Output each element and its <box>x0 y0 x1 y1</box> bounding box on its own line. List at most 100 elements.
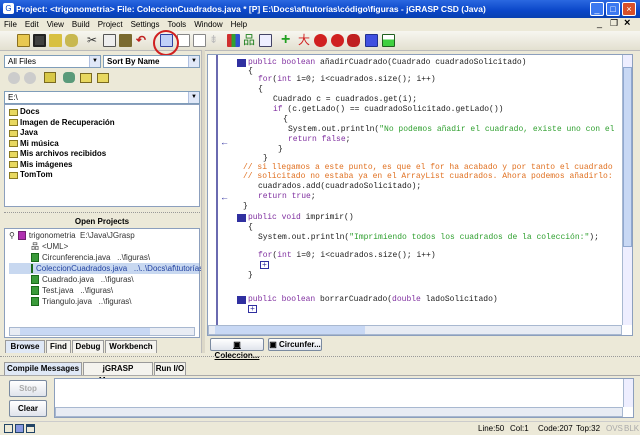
vertical-splitter[interactable] <box>201 50 205 353</box>
back-icon[interactable] <box>8 72 20 84</box>
sort-select[interactable]: Sort By Name ▼ <box>103 55 200 68</box>
compile-icon[interactable]: + <box>281 32 294 48</box>
inner-close-button[interactable]: × <box>624 17 630 29</box>
new-file-icon[interactable] <box>193 34 206 47</box>
chevron-down-icon: ▼ <box>89 56 100 67</box>
file-filter-select[interactable]: All Files ▼ <box>4 55 101 68</box>
expand-icon[interactable]: ⚲ <box>9 230 15 241</box>
file-path: ..\figuras\ <box>117 253 151 262</box>
run-icon[interactable]: 大 <box>298 34 311 47</box>
new-folder-dropdown-icon[interactable] <box>97 73 109 83</box>
message-area[interactable] <box>54 378 634 418</box>
clear-button[interactable]: Clear <box>9 400 47 417</box>
horizontal-scrollbar[interactable] <box>208 325 622 335</box>
up-folder-icon[interactable] <box>44 72 56 83</box>
debug-icon[interactable] <box>314 34 327 47</box>
open-file-icon[interactable] <box>65 34 78 47</box>
vertical-scrollbar[interactable] <box>623 379 633 407</box>
minimize-button[interactable]: _ <box>590 2 604 16</box>
menu-build[interactable]: Build <box>68 18 94 31</box>
layout-icon[interactable] <box>26 424 35 433</box>
tree-item-file[interactable]: Triangulo.java ..\figuras\ <box>9 296 199 307</box>
tab-compile-messages[interactable]: Compile Messages <box>4 362 82 375</box>
folder-icon <box>9 150 18 158</box>
chart-icon[interactable] <box>227 34 240 47</box>
layout-icon[interactable] <box>4 424 13 433</box>
step-icon[interactable] <box>331 34 344 47</box>
tree-item-project[interactable]: ⚲ trigonometria E:\Java\JGrasp <box>9 230 199 241</box>
list-item[interactable]: Java <box>5 128 199 139</box>
paste-icon[interactable] <box>119 34 132 47</box>
tree-item-uml[interactable]: 品 <UML> <box>9 241 199 252</box>
tab-jgrasp-messages[interactable]: jGRASP Messages <box>83 362 153 385</box>
pin-icon[interactable]: ⇟ <box>209 34 222 47</box>
step-into-icon[interactable] <box>347 34 360 47</box>
window-tab-circunferencia[interactable]: ▣ Circunfer... <box>268 338 322 351</box>
blue-square-icon[interactable] <box>365 34 378 47</box>
horizontal-scrollbar[interactable] <box>9 327 195 336</box>
drive-select[interactable]: E:\ ▼ <box>4 91 200 104</box>
inner-restore-button[interactable]: ❐ <box>610 18 618 29</box>
bottom-splitter[interactable] <box>0 356 640 359</box>
window-tab-coleccion[interactable]: ▣ Coleccion... <box>210 338 264 360</box>
remove-csd-icon[interactable] <box>177 34 190 47</box>
list-item[interactable]: Mis imágenes <box>5 160 199 171</box>
list-item[interactable]: TomTom <box>5 170 199 181</box>
vertical-scrollbar[interactable] <box>622 55 632 325</box>
maximize-button[interactable]: □ <box>606 2 620 16</box>
menu-edit[interactable]: Edit <box>21 18 43 31</box>
green-window-icon[interactable] <box>382 34 395 47</box>
cut-icon[interactable]: ✂ <box>87 34 100 47</box>
code-editor[interactable]: public boolean añadirCuadrado(Cuadrado c… <box>207 54 633 336</box>
browse-folder-icon[interactable] <box>49 34 62 47</box>
tree-item-file[interactable]: Cuadrado.java ..\figuras\ <box>9 274 199 285</box>
menu-help[interactable]: Help <box>227 18 251 31</box>
tab-workbench[interactable]: Workbench <box>105 340 157 353</box>
tab-find[interactable]: Find <box>46 340 71 353</box>
list-item[interactable]: Docs <box>5 107 199 118</box>
expand-fold-icon[interactable]: + <box>260 261 269 269</box>
layout-icon[interactable] <box>15 424 24 433</box>
method-fold-icon[interactable] <box>237 296 246 304</box>
tree-item-file-selected[interactable]: ColeccionCuadrados.java ..\..\Docs\af\tu… <box>9 263 203 274</box>
list-item[interactable]: Imagen de Recuperación <box>5 118 199 129</box>
expand-fold-icon[interactable]: + <box>248 305 257 313</box>
method-fold-icon[interactable] <box>237 59 246 67</box>
scroll-thumb[interactable] <box>623 67 632 247</box>
folder-icon[interactable] <box>80 73 92 83</box>
stop-button[interactable]: Stop <box>9 380 47 397</box>
tree-item-file[interactable]: Circunferencia.java ..\figuras\ <box>9 252 199 263</box>
code-line: public void imprimir() <box>248 213 354 222</box>
menu-view[interactable]: View <box>43 18 68 31</box>
scroll-thumb[interactable] <box>20 328 150 335</box>
folder-name: Mis archivos recibidos <box>20 149 107 158</box>
list-item[interactable]: Mi música <box>5 139 199 150</box>
scroll-thumb[interactable] <box>215 326 365 334</box>
horizontal-scrollbar[interactable] <box>55 407 623 417</box>
list-item[interactable]: Mis archivos recibidos <box>5 149 199 160</box>
tab-run-io[interactable]: Run I/O <box>154 362 186 375</box>
tab-debug[interactable]: Debug <box>72 340 104 353</box>
folder-name: Java <box>20 128 38 137</box>
menu-settings[interactable]: Settings <box>127 18 164 31</box>
copy-icon[interactable] <box>103 34 116 47</box>
book-icon[interactable] <box>259 34 272 47</box>
title-bar: Project: <trigonometria> File: Coleccion… <box>0 0 640 18</box>
inner-minimize-button[interactable]: _ <box>597 18 602 28</box>
status-bar: Line:50 Col:1 Code:207 Top:32 OVS BLK <box>0 421 640 435</box>
menu-window[interactable]: Window <box>190 18 226 31</box>
menu-tools[interactable]: Tools <box>164 18 191 31</box>
method-fold-icon[interactable] <box>237 214 246 222</box>
open-folder-icon[interactable] <box>17 34 30 47</box>
save-icon[interactable] <box>33 34 46 47</box>
undo-icon[interactable]: ↶ <box>136 34 149 47</box>
menu-file[interactable]: File <box>0 18 21 31</box>
refresh-icon[interactable] <box>63 72 75 83</box>
close-button[interactable]: × <box>622 2 636 16</box>
splitter[interactable] <box>4 212 200 215</box>
forward-icon[interactable] <box>24 72 36 84</box>
menu-project[interactable]: Project <box>94 18 127 31</box>
tab-browse[interactable]: Browse <box>5 340 45 353</box>
tree-item-file[interactable]: Test.java ..\figuras\ <box>9 285 199 296</box>
uml-icon[interactable]: 品 <box>243 34 256 47</box>
